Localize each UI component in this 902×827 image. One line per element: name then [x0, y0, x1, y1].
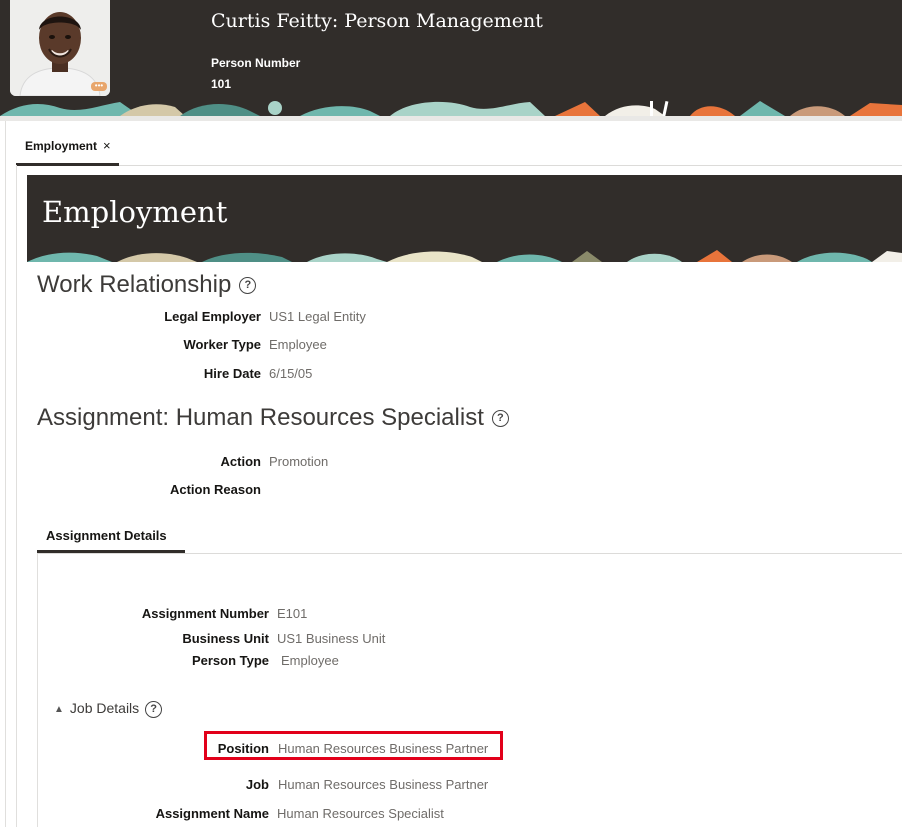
assignment-name-value: Human Resources Specialist — [277, 806, 444, 821]
action-label: Action — [220, 454, 261, 469]
person-number-label: Person Number — [211, 56, 301, 70]
person-avatar[interactable]: ••• — [10, 0, 110, 96]
tab-employment-label: Employment — [25, 139, 98, 153]
hire-date-value: 6/15/05 — [269, 366, 313, 381]
tab-assignment-details[interactable]: Assignment Details — [37, 520, 185, 553]
person-type-value: Employee — [281, 653, 339, 668]
content-left-border — [16, 165, 17, 827]
legal-employer-value: US1 Legal Entity — [269, 309, 366, 324]
page-tab-strip: Employment × — [16, 129, 902, 166]
position-value: Human Resources Business Partner — [278, 741, 489, 756]
assignment-details-tabs: Assignment Details — [37, 520, 902, 554]
banner-decorative-band — [27, 249, 902, 262]
person-header: ••• Curtis Feitty: Person Management Per… — [0, 0, 902, 116]
worker-type-label: Worker Type — [183, 337, 261, 352]
person-name-title: Curtis Feitty: Person Management — [211, 10, 543, 32]
assignment-number-label: Assignment Number — [141, 606, 269, 621]
person-type-label: Person Type — [191, 653, 269, 668]
position-label: Position — [217, 741, 269, 756]
job-details-title: Job Details — [69, 700, 140, 716]
work-relationship-title: Work Relationship — [37, 271, 232, 298]
legal-employer-label: Legal Employer — [164, 309, 261, 324]
action-value: Promotion — [269, 454, 329, 469]
hire-date-label: Hire Date — [203, 366, 261, 381]
assignment-title: Assignment: Human Resources Specialist — [37, 404, 484, 431]
business-unit-label: Business Unit — [182, 631, 269, 646]
assignment-number-value: E101 — [277, 606, 308, 621]
assignment-details-panel-border — [37, 554, 38, 827]
avatar-more-icon[interactable]: ••• — [91, 82, 107, 91]
tab-employment[interactable]: Employment × — [16, 129, 119, 166]
job-value: Human Resources Business Partner — [278, 777, 489, 792]
collapse-triangle-icon[interactable]: ▲ — [54, 704, 64, 715]
employment-banner: Employment — [27, 175, 902, 262]
tab-assignment-details-label: Assignment Details — [46, 528, 167, 543]
job-details-header[interactable]: ▲ Job Details? — [54, 700, 163, 718]
assignment-name-label: Assignment Name — [155, 806, 269, 821]
close-icon[interactable]: × — [103, 139, 111, 153]
help-icon[interactable]: ? — [491, 410, 509, 427]
person-number-value: 101 — [211, 77, 232, 91]
header-divider — [0, 116, 902, 121]
assignment-heading: Assignment: Human Resources Specialist? — [37, 404, 509, 432]
worker-type-value: Employee — [269, 337, 327, 352]
page-left-border — [5, 121, 6, 827]
help-icon[interactable]: ? — [239, 277, 257, 294]
header-decorative-band — [0, 99, 902, 116]
help-icon[interactable]: ? — [145, 701, 163, 718]
business-unit-value: US1 Business Unit — [277, 631, 386, 646]
work-relationship-heading: Work Relationship? — [37, 271, 257, 299]
action-reason-label: Action Reason — [169, 482, 261, 497]
page-title: Employment — [42, 195, 228, 229]
job-label: Job — [245, 777, 269, 792]
